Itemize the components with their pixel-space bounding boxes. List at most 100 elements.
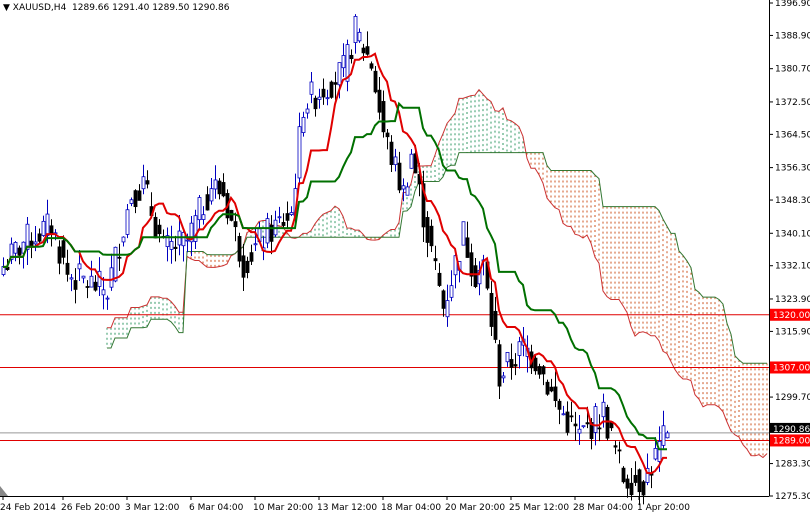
candle [493,296,498,344]
candle [513,353,518,376]
candle [633,461,638,487]
candle-body [593,406,598,433]
candle-body [429,225,434,247]
candle-body [497,344,502,387]
candle-body [505,352,510,363]
candle-body [85,286,90,288]
candle [629,467,634,501]
candle-body [501,375,506,379]
candle-body [209,188,214,202]
candle-body [249,252,254,262]
candle-body [465,237,470,258]
candle [501,371,506,383]
candle-body [641,481,646,496]
candle-body [109,267,114,288]
candle [429,219,434,252]
candle [665,430,670,439]
candle-body [277,216,282,219]
candle [565,401,570,436]
candle-body [373,70,378,93]
candle [569,401,574,422]
candle [305,103,310,119]
candle-body [313,97,318,110]
candle-body [57,246,62,264]
candle [581,425,586,429]
candle [369,61,374,71]
candle-body [321,88,326,98]
candle-body [493,310,498,340]
candle [265,212,270,249]
candle [57,240,62,275]
candle [393,148,398,172]
candle-body [49,225,54,235]
candle [449,270,454,302]
candle-body [473,265,478,287]
candle [73,268,78,304]
candle [173,235,178,262]
y-tick-label: 1388.90 [775,31,810,41]
candle [13,241,18,262]
candle-body [469,252,474,277]
candle-body [549,386,554,392]
candle-body [237,236,242,262]
candle [617,441,622,464]
candle [217,178,222,200]
candle-body [33,241,38,245]
candle [557,398,562,425]
candle [133,189,138,214]
candle [125,203,130,239]
candle-body [173,246,178,249]
candle-body [637,469,642,493]
candle-body [661,425,666,446]
candle-body [301,116,306,133]
candle [497,339,502,400]
candle [101,276,106,310]
candle-body [137,190,142,201]
candle [441,289,446,317]
scroll-marker-icon [0,486,8,496]
candle [329,80,334,99]
candle-body [101,289,106,296]
candle [465,221,470,258]
price-chart[interactable]: 1396.90 1388.90 1380.70 1372.50 1364.50 1356.… [0,0,810,515]
candle [309,72,314,104]
candle [25,217,30,265]
candle [29,232,34,259]
candle [245,256,250,279]
candle-body [333,82,338,85]
candle-body [265,218,270,244]
candle-body [397,162,402,191]
candle-body [305,108,310,114]
candle-body [105,297,110,300]
candle-body [121,236,126,243]
candle [433,245,438,271]
candle [373,65,378,94]
candle-body [245,260,250,274]
candle [605,404,610,441]
candle [109,253,114,291]
y-tick-label: 1323.90 [775,295,810,305]
candle-body [129,199,134,204]
candle-body [341,55,346,69]
candle [241,244,246,292]
candle [345,39,350,92]
candle [357,28,362,43]
candle-body [45,213,50,236]
candle [597,414,602,442]
y-tick-label: 1283.30 [775,460,810,470]
candle [313,95,318,117]
candle-body [61,240,66,258]
candle [273,210,278,237]
candle [489,281,494,336]
candle-body [409,153,414,169]
x-tick-label: 28 Mar 04:00 [573,503,633,513]
candle-body [437,272,442,286]
candle-body [401,185,406,190]
candle [285,201,290,229]
candle-body [77,263,82,270]
x-tick-label: 26 Feb 20:00 [61,503,120,513]
y-tick-label: 1299.70 [775,393,810,403]
candle [117,243,122,272]
candle-body [449,285,454,298]
candle-body [361,47,366,54]
